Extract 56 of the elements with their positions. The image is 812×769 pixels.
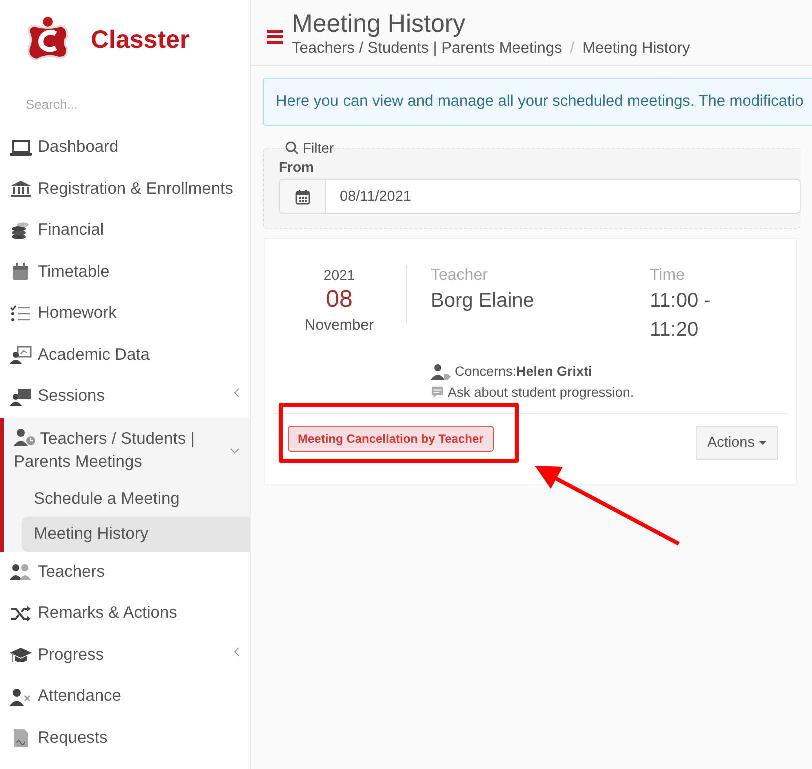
meeting-month: November xyxy=(304,316,374,336)
calendar-button[interactable] xyxy=(279,179,326,214)
meeting-day: 08 xyxy=(326,285,353,315)
nav-item[interactable]: Financial xyxy=(0,210,250,252)
menu-icon[interactable] xyxy=(267,30,283,44)
breadcrumb-item: Meeting History xyxy=(582,40,690,58)
date-field[interactable]: 08/11/2021 xyxy=(326,179,801,214)
submenu-item[interactable]: Schedule a Meeting xyxy=(22,482,250,516)
nav-item[interactable]: Timetable xyxy=(0,252,250,293)
chevron-down-icon xyxy=(230,448,240,454)
graduation-cap-icon xyxy=(10,646,32,664)
person-cross-icon xyxy=(10,688,32,706)
laptop-icon xyxy=(10,138,32,157)
nav-item[interactable]: Attendance xyxy=(0,676,250,718)
shuffle-icon xyxy=(10,604,32,623)
nav-item[interactable]: Teachers / Students | Parents Meetings xyxy=(14,428,229,474)
status-badge: Meeting Cancellation by Teacher xyxy=(288,426,494,452)
teacher-label: Teacher xyxy=(431,266,489,286)
field-label: From xyxy=(279,158,315,175)
nav-item[interactable]: Dashboard xyxy=(0,127,250,168)
nav-item[interactable]: Sessions xyxy=(0,376,250,418)
calendar-icon xyxy=(294,188,310,204)
nav-item[interactable]: Remarks & Actions xyxy=(0,593,250,634)
nav-item[interactable]: Homework xyxy=(0,293,250,334)
person-screen-icon xyxy=(10,388,32,406)
meeting-time: 11:00 - 11:20 xyxy=(650,289,712,343)
page-title: Meeting History xyxy=(292,8,467,40)
comment-icon xyxy=(431,386,444,399)
coins-icon xyxy=(10,222,32,240)
person-tag-icon xyxy=(431,364,451,380)
search-field[interactable]: Search... xyxy=(24,96,228,113)
logo-text: Classter xyxy=(91,26,190,54)
nav-item[interactable]: Teachers xyxy=(0,552,250,593)
search-icon xyxy=(285,141,299,155)
teacher-name: Borg Elaine xyxy=(431,289,536,314)
bank-icon xyxy=(10,180,32,198)
nav-item[interactable]: Registration & Enrollments xyxy=(0,168,250,210)
meeting-year: 2021 xyxy=(324,266,356,285)
checklist-icon xyxy=(10,304,32,323)
caret-icon xyxy=(759,441,767,445)
time-label: Time xyxy=(650,266,686,286)
submenu-item[interactable]: Meeting History xyxy=(22,516,250,552)
person-clock-icon xyxy=(14,428,36,446)
info-alert: Here you can view and manage all your scheduled meetings. The modificatio xyxy=(263,78,812,126)
nav-item[interactable]: Progress xyxy=(0,634,250,676)
breadcrumb-item[interactable]: Teachers / Students | Parents Meetings xyxy=(292,40,562,58)
nav-item[interactable]: Academic Data xyxy=(0,334,250,376)
person-board-icon xyxy=(10,346,32,364)
actions-button[interactable]: Actions xyxy=(696,426,778,460)
concerns-text: Concerns:Helen Grixti xyxy=(455,363,592,381)
note-text: Ask about student progression. xyxy=(448,384,634,402)
people-icon xyxy=(10,563,32,582)
filter-legend: Filter xyxy=(303,140,334,156)
logo-icon xyxy=(25,16,71,64)
breadcrumb-separator: / xyxy=(570,40,575,58)
nav-item[interactable]: Requests xyxy=(0,718,250,759)
